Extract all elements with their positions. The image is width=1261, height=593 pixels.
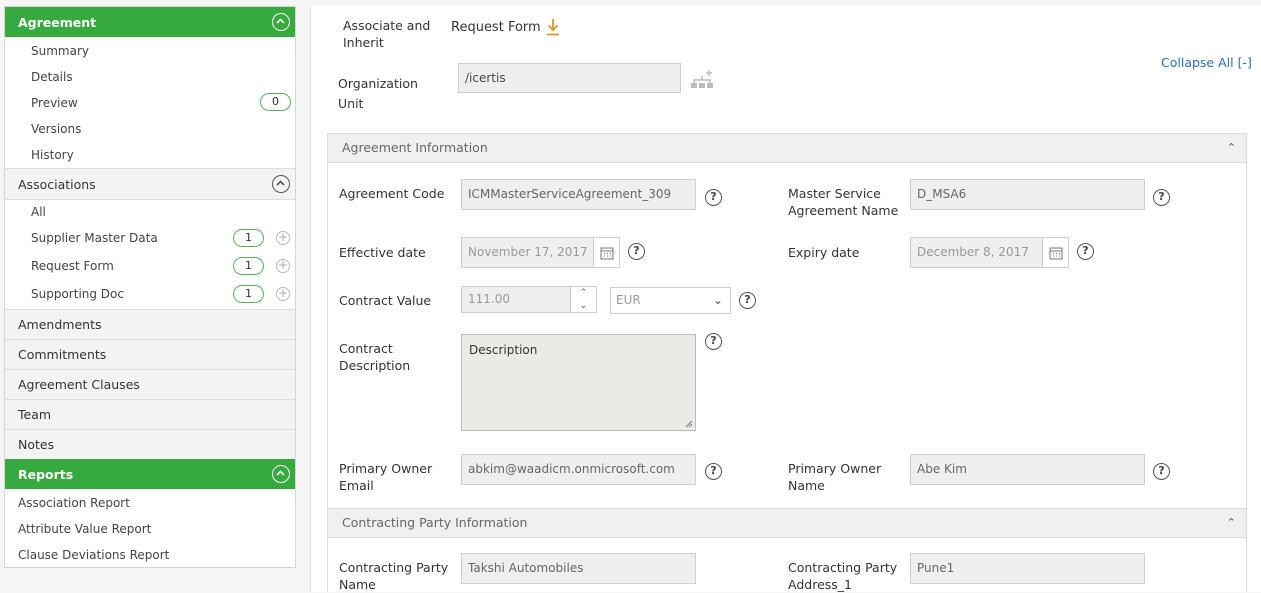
help-icon[interactable]: ? [1077,243,1094,260]
sidebar-item-commitments[interactable]: Commitments [5,339,295,370]
number-stepper[interactable]: ⌃ ⌄ [570,287,596,312]
add-request-form-icon[interactable]: + [276,259,290,273]
owner-email-field[interactable]: abkim@waadicm.onmicrosoft.com [461,454,696,485]
calendar-icon[interactable] [593,238,619,267]
contract-value-value: 111.00 [468,292,510,306]
sidebar: Agreement Summary Details Preview 0 Vers… [4,6,296,568]
sidebar-item-details[interactable]: Details [31,70,73,84]
help-icon[interactable]: ? [1153,189,1170,206]
sidebar-item-attribute-value-report[interactable]: Attribute Value Report [18,522,151,536]
amendments-label: Amendments [18,317,102,332]
expiry-date-field[interactable]: December 8, 2017 [910,237,1069,268]
org-unit-field[interactable]: /icertis [458,63,681,93]
expiry-date-label: Expiry date [788,245,860,260]
add-supporting-doc-icon[interactable]: + [276,287,290,301]
effective-date-field[interactable]: November 17, 2017 [461,237,620,268]
contracting-party-title: Contracting Party Information [342,515,528,530]
agreement-section-title: Agreement [18,14,97,30]
request-form-count-badge: 1 [233,257,264,275]
associations-section-header[interactable]: Associations [5,168,295,200]
main-content: Associate and Inherit Request Form Organ… [310,6,1261,592]
help-icon[interactable]: ? [705,189,722,206]
agreement-section-header[interactable]: Agreement [5,7,295,37]
agreement-code-field[interactable]: ICMMasterServiceAgreement_309 [461,179,696,210]
contract-description-value: Description [469,343,538,357]
owner-name-label: Primary Owner Name [788,461,882,493]
commitments-label: Commitments [18,347,107,362]
reports-section-header[interactable]: Reports [5,459,295,489]
help-icon[interactable]: ? [705,463,722,480]
sidebar-item-amendments[interactable]: Amendments [5,309,295,340]
collapse-panel-icon[interactable]: ⌃ [1227,134,1236,162]
help-icon[interactable]: ? [739,292,756,309]
supplier-master-data-count-badge: 1 [233,229,264,247]
sidebar-item-history[interactable]: History [31,148,74,162]
agreement-code-label: Agreement Code [339,186,445,201]
add-supplier-master-data-icon[interactable]: + [276,231,290,245]
collapse-icon[interactable] [272,465,290,483]
agreement-info-header[interactable]: Agreement Information ⌃ [327,133,1247,163]
party-address-field[interactable]: Pune1 [910,553,1145,584]
associations-section-title: Associations [18,176,96,192]
sidebar-item-supplier-master-data[interactable]: Supplier Master Data [31,231,158,245]
collapse-icon[interactable] [272,175,290,193]
sidebar-item-association-report[interactable]: Association Report [18,496,130,510]
sidebar-item-summary[interactable]: Summary [31,44,89,58]
request-form-label: Request Form [451,20,541,35]
help-icon[interactable]: ? [705,333,722,350]
reports-section-title: Reports [18,466,74,482]
currency-select[interactable]: EUR ⌄ [610,287,731,314]
help-icon[interactable]: ? [628,243,645,260]
contract-value-label: Contract Value [339,293,432,308]
collapse-all-link[interactable]: Collapse All [-] [1161,55,1252,70]
org-unit-label: Organization Unit [338,76,418,111]
contract-value-field[interactable]: 111.00 ⌃ ⌄ [461,286,597,313]
agreement-info-title: Agreement Information [342,140,488,155]
effective-date-value: November 17, 2017 [468,245,588,259]
chevron-down-icon: ⌄ [712,293,723,307]
sidebar-item-preview[interactable]: Preview [31,96,78,110]
sidebar-item-agreement-clauses[interactable]: Agreement Clauses [5,369,295,400]
sidebar-item-all[interactable]: All [31,205,46,219]
sidebar-item-versions[interactable]: Versions [31,122,81,136]
supporting-doc-count-badge: 1 [233,285,264,303]
msa-name-field[interactable]: D_MSA6 [910,179,1145,210]
contracting-party-header[interactable]: Contracting Party Information ⌃ [327,508,1247,538]
msa-name-label: Master Service Agreement Name [788,186,899,218]
preview-count-badge: 0 [260,93,291,111]
collapse-icon[interactable] [272,13,290,31]
sidebar-item-notes[interactable]: Notes [5,429,295,460]
collapse-panel-icon[interactable]: ⌃ [1227,509,1236,537]
agreement-clauses-label: Agreement Clauses [18,377,140,392]
party-name-label: Contracting Party Name [339,560,449,592]
owner-name-field[interactable]: Abe Kim [910,454,1145,485]
sidebar-item-clause-deviations-report[interactable]: Clause Deviations Report [18,548,169,562]
notes-label: Notes [18,437,55,452]
effective-date-label: Effective date [339,245,426,260]
calendar-icon[interactable] [1042,238,1068,267]
contract-description-textarea[interactable]: Description [461,334,696,431]
download-icon[interactable] [546,18,560,39]
sidebar-item-request-form[interactable]: Request Form [31,259,114,273]
help-icon[interactable]: ? [1153,463,1170,480]
resize-handle-icon[interactable] [685,420,693,428]
party-name-field[interactable]: Takshi Automobiles [461,553,696,584]
owner-email-label: Primary Owner Email [339,461,433,493]
party-address-label: Contracting Party Address_1 [788,560,898,592]
team-label: Team [18,407,52,422]
contract-description-label: Contract Description [339,341,411,373]
org-hierarchy-icon[interactable] [690,70,714,95]
sidebar-item-team[interactable]: Team [5,399,295,430]
expiry-date-value: December 8, 2017 [917,245,1029,259]
currency-value: EUR [616,293,641,307]
sidebar-item-supporting-doc[interactable]: Supporting Doc [31,287,124,301]
associate-inherit-label: Associate and Inherit [343,18,431,50]
